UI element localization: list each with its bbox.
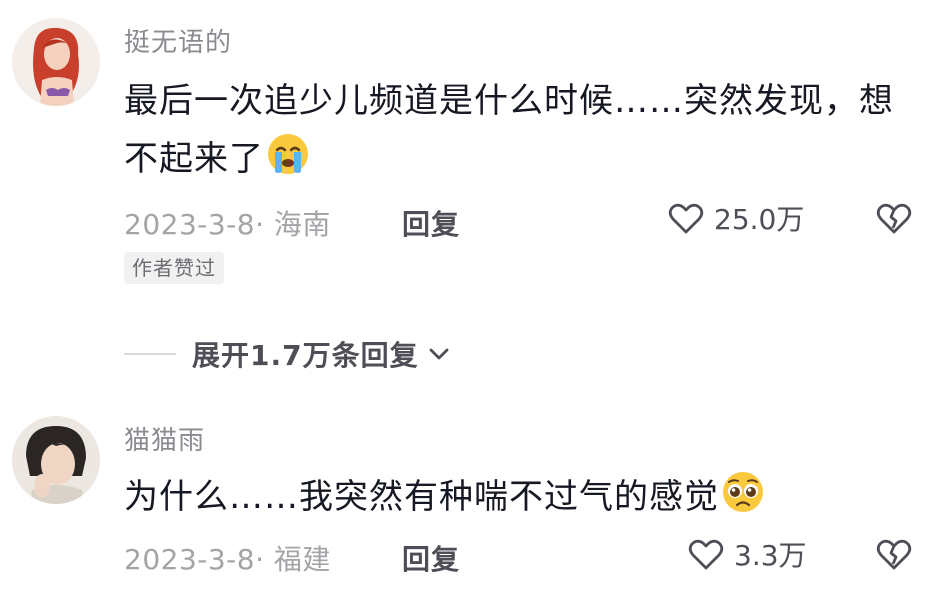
like-button[interactable]: 25.0万 <box>666 198 804 238</box>
comment-meta: 2023-3-8· 福建 <box>124 538 331 578</box>
like-button[interactable]: 3.3万 <box>686 534 807 574</box>
expand-replies-label: 展开1.7万条回复 <box>192 339 419 372</box>
meta-separator: · <box>255 543 274 576</box>
heart-icon <box>668 203 704 234</box>
comment-body: 为什么……我突然有种喘不过气的感觉 <box>124 477 719 517</box>
avatar[interactable] <box>12 416 100 504</box>
like-count: 3.3万 <box>734 539 807 572</box>
pleading-face-emoji-icon <box>723 472 763 512</box>
avatar-mermaid-image <box>12 18 100 106</box>
broken-heart-icon[interactable] <box>874 534 914 574</box>
divider-line <box>124 353 176 355</box>
comment-username[interactable]: 挺无语的 <box>124 22 232 59</box>
comment-location: 福建 <box>273 543 331 576</box>
broken-heart-icon[interactable] <box>874 198 914 238</box>
avatar-person-image <box>12 416 100 504</box>
comment-body: 最后一次追少儿频道是什么时候……突然发现，想不起来了 <box>124 81 894 179</box>
like-count: 25.0万 <box>714 203 805 236</box>
heart-icon <box>688 539 724 570</box>
comment-text: 为什么……我突然有种喘不过气的感觉 <box>124 468 914 526</box>
chevron-down-icon <box>429 348 449 360</box>
crying-face-emoji-icon <box>268 134 308 174</box>
reply-button[interactable]: 回复 <box>402 538 460 578</box>
comment-meta: 2023-3-8· 海南 <box>124 203 331 243</box>
comment-location: 海南 <box>273 208 331 241</box>
comment-text: 最后一次追少儿频道是什么时候……突然发现，想不起来了 <box>124 72 914 188</box>
comment-username[interactable]: 猫猫雨 <box>124 420 205 457</box>
reply-button[interactable]: 回复 <box>402 203 460 243</box>
author-liked-badge: 作者赞过 <box>124 252 224 284</box>
meta-separator: · <box>255 208 274 241</box>
expand-replies-button[interactable]: 展开1.7万条回复 <box>124 334 453 374</box>
comment-date: 2023-3-8 <box>124 543 256 576</box>
avatar[interactable] <box>12 18 100 106</box>
comment-date: 2023-3-8 <box>124 208 256 241</box>
